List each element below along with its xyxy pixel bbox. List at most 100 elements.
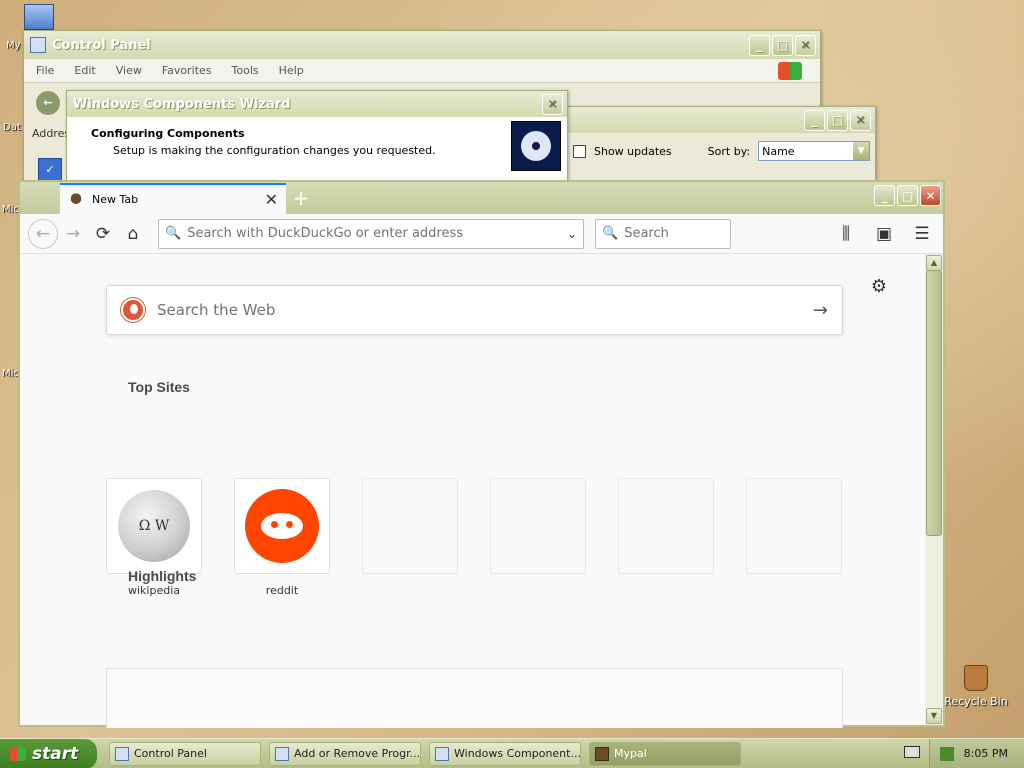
control-panel-titlebar[interactable]: Control Panel _ □ ✕ [24,31,820,59]
search-placeholder: Search [624,226,669,241]
control-panel-title: Control Panel [52,37,151,53]
sort-by-select[interactable]: Name ▼ [758,141,871,161]
empty-tile[interactable] [490,478,586,574]
control-panel-icon [115,746,129,761]
add-remove-titlebar[interactable]: _ □ ✕ [561,107,875,133]
search-bar[interactable]: 🔍 Search [595,218,731,249]
highlights-title: Highlights [128,568,197,584]
keyboard-icon[interactable] [904,746,920,758]
taskbar-item-label: Windows Component... [454,747,581,760]
new-tab-page: ⚙ Search the Web → Top Sites Ω W wikiped… [20,254,925,728]
top-site-empty[interactable] [746,478,842,574]
tab-new-tab[interactable]: New Tab ✕ [60,183,286,214]
url-bar[interactable]: 🔍 Search with DuckDuckGo or enter addres… [158,218,584,249]
close-button[interactable]: ✕ [542,93,563,115]
back-button[interactable]: ← [28,218,58,249]
mypal-icon [595,746,609,761]
menu-tools[interactable]: Tools [232,64,259,77]
address-label: Addres [32,127,71,140]
add-remove-programs-window: _ □ ✕ Show updates Sort by: Name ▼ [560,106,876,190]
scrollbar-thumb[interactable] [926,270,942,536]
close-button[interactable]: ✕ [850,109,871,131]
empty-tile[interactable] [618,478,714,574]
taskbar-item-mypal[interactable]: Mypal [589,741,741,766]
arrow-right-icon[interactable]: → [813,300,828,321]
top-site-label: reddit [265,584,299,597]
maximize-button[interactable]: □ [772,34,793,56]
forward-button[interactable]: → [58,219,88,249]
show-updates-label: Show updates [594,144,672,158]
close-tab-icon[interactable]: ✕ [265,190,278,209]
menu-bar: File Edit View Favorites Tools Help [24,59,820,83]
show-updates-checkbox[interactable] [573,144,586,158]
search-web-placeholder: Search the Web [157,301,276,319]
taskbar-item-wizard[interactable]: Windows Component... [429,741,581,766]
search-icon: 🔍 [602,226,619,241]
close-button[interactable]: ✕ [920,185,941,206]
gear-icon[interactable]: ⚙ [871,276,887,297]
chevron-down-icon[interactable]: ⌄ [567,227,577,241]
top-site-empty[interactable] [618,478,714,574]
mypal-favicon-icon [68,192,84,207]
desktop-icon-label[interactable]: Mic [2,204,19,215]
sort-by-value: Name [762,144,795,158]
menu-view[interactable]: View [116,64,142,77]
menu-file[interactable]: File [36,64,54,77]
wizard-titlebar[interactable]: Windows Components Wizard ✕ [67,91,567,117]
minimize-button[interactable]: _ [874,185,895,206]
new-tab-button[interactable]: + [286,183,316,214]
tab-bar: New Tab ✕ + _ □ ✕ [20,182,943,214]
minimize-button[interactable]: _ [804,109,825,131]
chevron-down-icon[interactable]: ▼ [853,142,870,160]
system-tray: 8:05 PM [928,738,1024,768]
menu-favorites[interactable]: Favorites [162,64,212,77]
hamburger-menu-icon[interactable]: ☰ [907,219,937,249]
url-placeholder: Search with DuckDuckGo or enter address [187,226,464,241]
start-button[interactable]: start [0,738,97,768]
search-the-web-box[interactable]: Search the Web → [106,285,843,335]
top-site-empty[interactable] [490,478,586,574]
maximize-button[interactable]: □ [827,109,848,131]
home-button[interactable]: ⌂ [118,219,148,249]
add-remove-programs-icon [275,746,289,761]
desktop-icon-label[interactable]: My [6,40,21,51]
recycle-bin-label: Recycle Bin [944,695,1008,708]
wikipedia-globe-icon: Ω W [118,490,190,562]
close-button[interactable]: ✕ [795,34,816,56]
duckduckgo-icon [121,298,145,322]
clock[interactable]: 8:05 PM [964,747,1008,760]
recycle-bin[interactable]: Recycle Bin [944,665,1008,708]
minimize-button[interactable]: _ [749,34,770,56]
windows-flag-icon [10,746,26,761]
recycle-bin-icon [964,665,988,691]
empty-tile[interactable] [362,478,458,574]
my-computer-icon[interactable] [24,4,54,30]
top-site-tile[interactable] [234,478,330,574]
checklist-icon[interactable]: ✓ [38,158,62,182]
desktop-icon-label[interactable]: Dat [3,122,21,133]
scroll-down-icon[interactable]: ▼ [926,708,942,724]
vertical-scrollbar[interactable]: ▲ ▼ [925,254,943,725]
components-wizard-window: Windows Components Wizard ✕ Configuring … [66,90,568,182]
menu-edit[interactable]: Edit [74,64,95,77]
browser-window: New Tab ✕ + _ □ ✕ ← → ⟳ ⌂ 🔍 Search with … [18,180,945,728]
taskbar-item-control-panel[interactable]: Control Panel [109,741,261,766]
top-sites-title: Top Sites [128,379,190,395]
back-arrow-icon[interactable]: ← [36,91,60,115]
reload-button[interactable]: ⟳ [88,219,118,249]
desktop-icon-label[interactable]: Mic [2,368,19,379]
wizard-heading: Configuring Components [91,127,245,140]
top-site-label: wikipedia [127,584,180,597]
top-site-reddit[interactable]: reddit [234,478,330,597]
top-site-empty[interactable] [362,478,458,574]
scroll-up-icon[interactable]: ▲ [926,255,942,271]
highlights-area [106,668,843,728]
top-site-tile[interactable]: Ω W [106,478,202,574]
sidebar-icon[interactable]: ▣ [869,219,899,249]
maximize-button[interactable]: □ [897,185,918,206]
empty-tile[interactable] [746,478,842,574]
library-icon[interactable]: ⫼ [831,219,861,249]
menu-help[interactable]: Help [279,64,304,77]
taskbar-item-add-remove[interactable]: Add or Remove Progr... [269,741,421,766]
network-icon[interactable] [939,746,954,761]
